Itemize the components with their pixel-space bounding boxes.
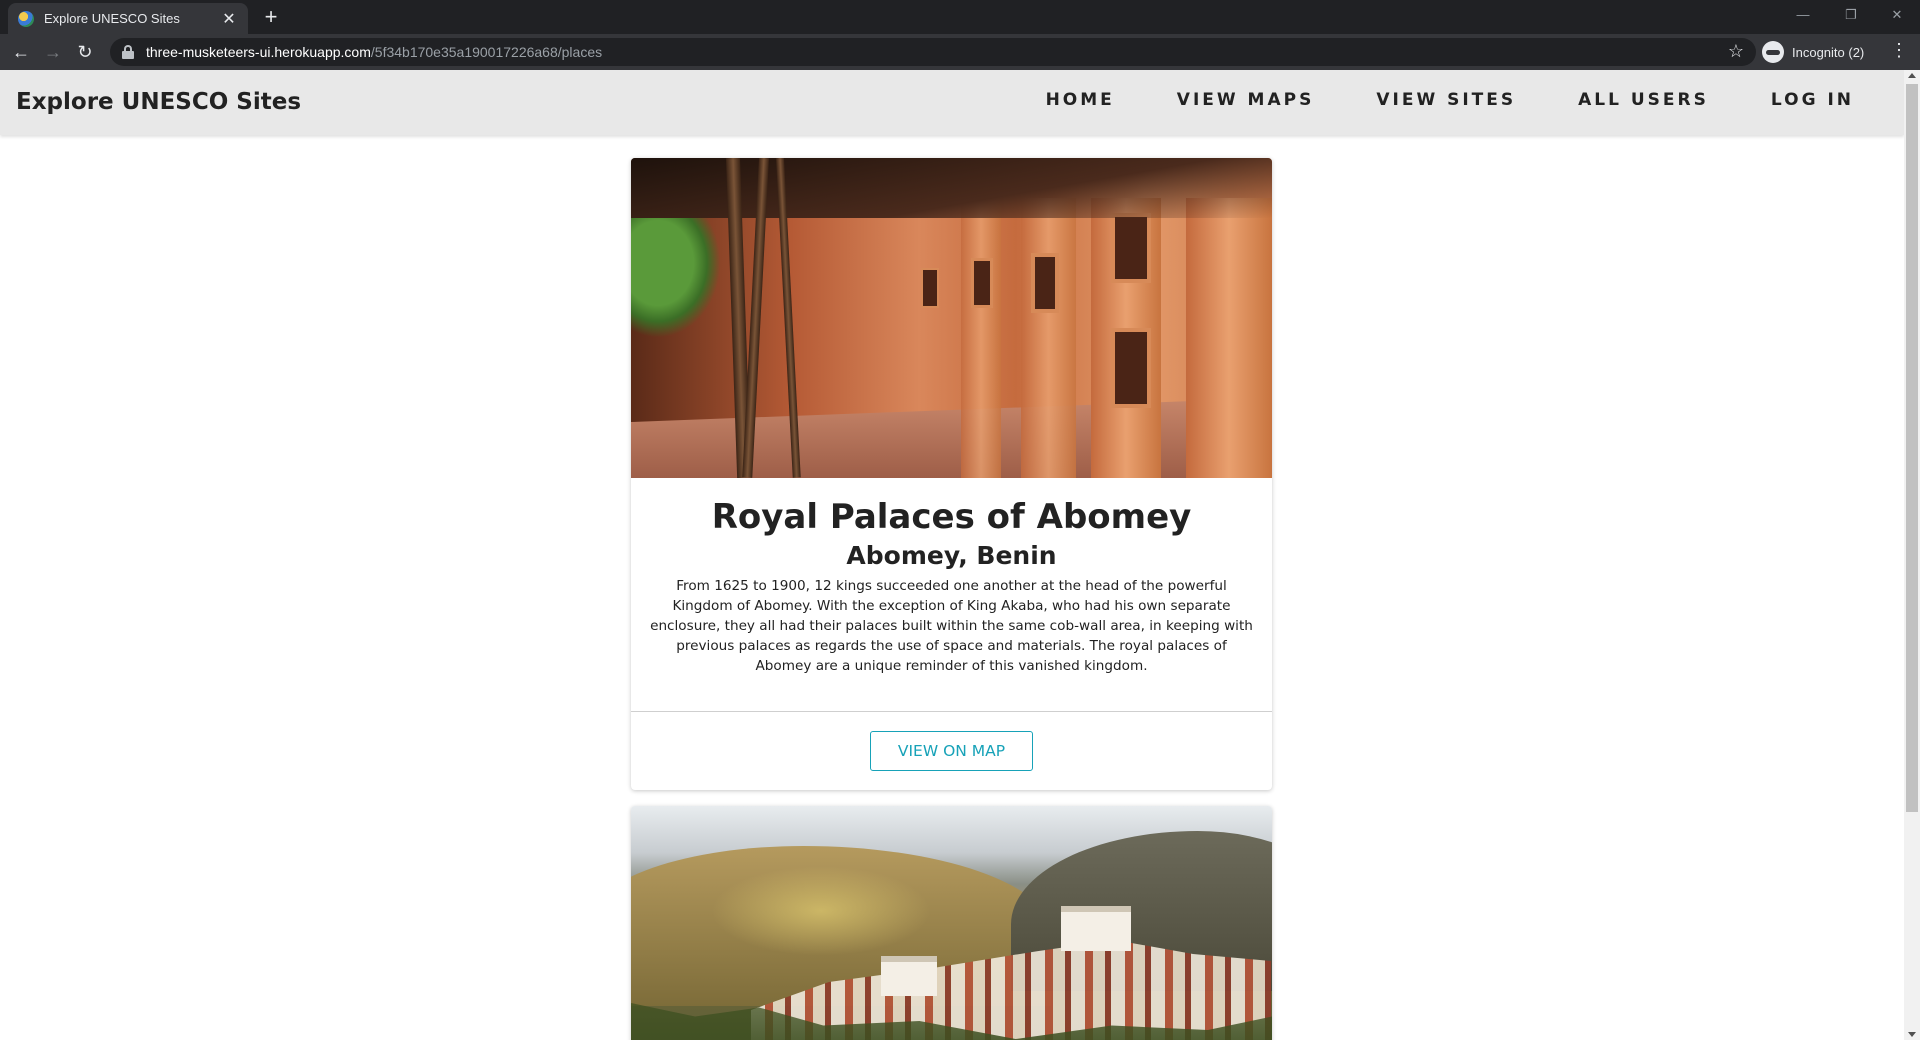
place-card: Royal Palaces of Abomey Abomey, Benin Fr… bbox=[631, 158, 1272, 790]
incognito-icon bbox=[1762, 41, 1784, 63]
tab-title: Explore UNESCO Sites bbox=[44, 11, 180, 26]
site-header: Explore UNESCO Sites HOME VIEW MAPS VIEW… bbox=[0, 70, 1904, 135]
lock-icon bbox=[122, 45, 134, 59]
page-scrollbar[interactable] bbox=[1904, 70, 1920, 1040]
window-close-icon[interactable]: ✕ bbox=[1882, 4, 1912, 26]
place-card-footer: VIEW ON MAP bbox=[631, 712, 1272, 790]
browser-tab[interactable]: Explore UNESCO Sites ✕ bbox=[8, 3, 248, 34]
new-tab-button[interactable]: + bbox=[259, 5, 283, 29]
restore-icon[interactable]: ❐ bbox=[1836, 4, 1866, 26]
close-tab-icon[interactable]: ✕ bbox=[220, 9, 238, 29]
place-location: Abomey, Benin bbox=[846, 541, 1057, 570]
browser-tabstrip: Explore UNESCO Sites ✕ + — ❐ ✕ bbox=[0, 0, 1920, 34]
site-title[interactable]: Explore UNESCO Sites bbox=[16, 89, 301, 115]
menu-icon[interactable]: ⋮ bbox=[1890, 40, 1908, 61]
nav-log-in[interactable]: LOG IN bbox=[1771, 90, 1854, 110]
nav-all-users[interactable]: ALL USERS bbox=[1578, 90, 1709, 110]
url-path: /5f34b170e35a190017226a68/places bbox=[370, 44, 603, 60]
place-card-body: Royal Palaces of Abomey Abomey, Benin Fr… bbox=[631, 478, 1272, 712]
page-viewport: Explore UNESCO Sites HOME VIEW MAPS VIEW… bbox=[0, 70, 1904, 1040]
profile-label: Incognito (2) bbox=[1792, 44, 1865, 60]
nav-view-maps[interactable]: VIEW MAPS bbox=[1177, 90, 1315, 110]
place-image bbox=[631, 158, 1272, 478]
place-description: From 1625 to 1900, 12 kings succeeded on… bbox=[650, 578, 1253, 674]
globe-favicon-icon bbox=[18, 10, 34, 27]
nav-view-sites[interactable]: VIEW SITES bbox=[1376, 90, 1516, 110]
view-on-map-button[interactable]: VIEW ON MAP bbox=[870, 731, 1033, 771]
back-icon[interactable]: ← bbox=[10, 41, 32, 63]
scroll-down-arrow-icon[interactable] bbox=[1908, 1032, 1916, 1037]
minimize-icon[interactable]: — bbox=[1788, 4, 1818, 26]
reload-icon[interactable]: ↻ bbox=[74, 41, 96, 63]
incognito-profile-button[interactable]: Incognito (2) bbox=[1762, 39, 1864, 65]
scroll-up-arrow-icon[interactable] bbox=[1908, 73, 1916, 78]
site-nav: HOME VIEW MAPS VIEW SITES ALL USERS LOG … bbox=[984, 90, 1854, 110]
place-card bbox=[631, 806, 1272, 1040]
bookmark-star-icon[interactable]: ☆ bbox=[1728, 41, 1744, 62]
forward-icon[interactable]: → bbox=[42, 41, 64, 63]
url-host: three-musketeers-ui.herokuapp.com bbox=[146, 44, 371, 60]
nav-home[interactable]: HOME bbox=[1046, 90, 1115, 110]
place-image bbox=[631, 806, 1272, 1040]
browser-toolbar: ← → ↻ three-musketeers-ui.herokuapp.com … bbox=[0, 34, 1920, 70]
address-bar[interactable]: three-musketeers-ui.herokuapp.com /5f34b… bbox=[110, 38, 1756, 66]
place-name: Royal Palaces of Abomey bbox=[711, 497, 1192, 537]
scrollbar-thumb[interactable] bbox=[1906, 84, 1918, 812]
